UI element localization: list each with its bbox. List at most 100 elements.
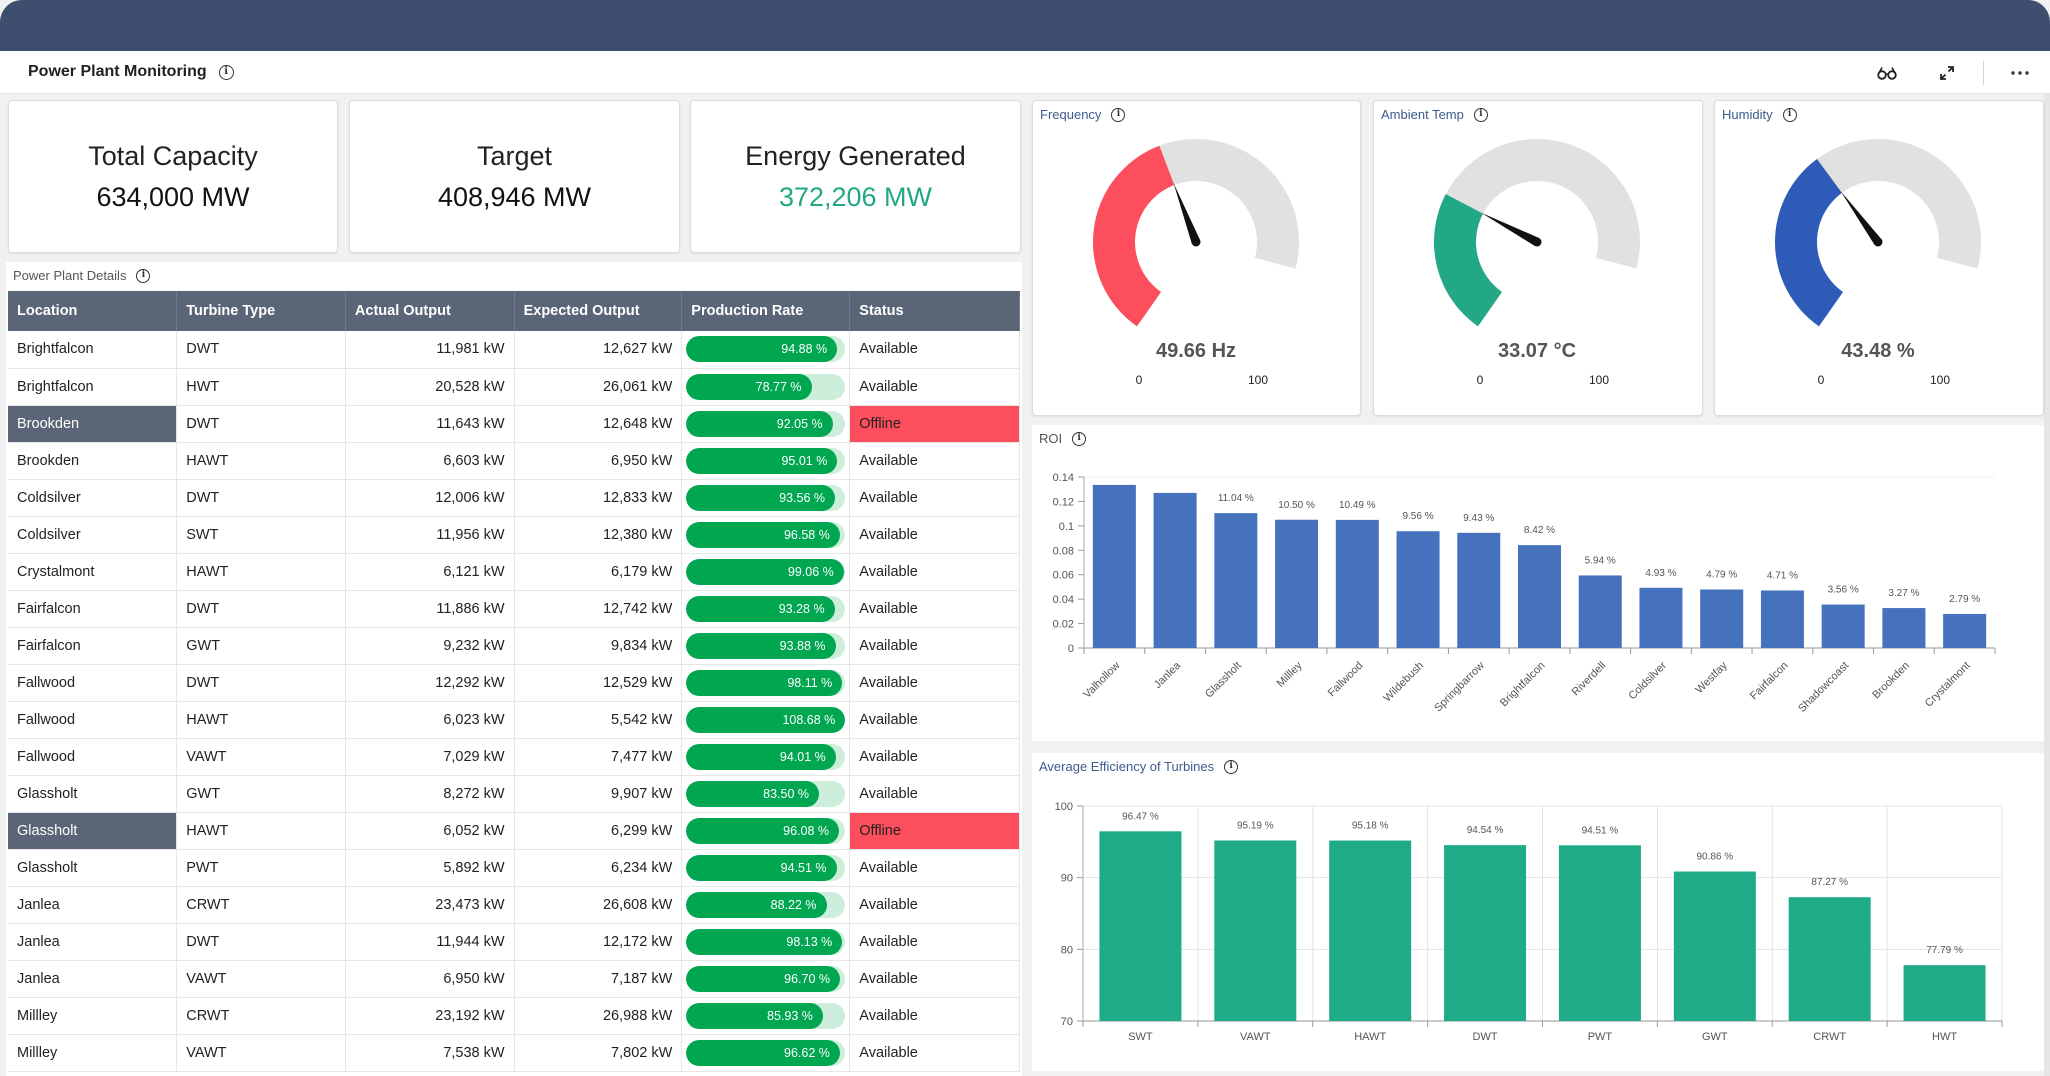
bar-riverdell[interactable] (1578, 575, 1622, 648)
cell-location: Fallwood (8, 664, 178, 702)
bar-dwt[interactable] (1444, 845, 1527, 1021)
bar-millley[interactable] (1275, 519, 1319, 648)
gauge-needle (1481, 212, 1540, 246)
x-tick-label: Janlea (1152, 659, 1184, 691)
bar-crystalmont[interactable] (1943, 613, 1987, 648)
bar-data-label: 9.56 % (1402, 511, 1433, 522)
app-header-bar (0, 0, 2050, 51)
table-row[interactable]: Fallwood DWT 12,292 kW 12,529 kW 98.11 % Avai… (8, 664, 1020, 702)
production-rate-bar: 93.88 % (686, 632, 846, 659)
cell-expected-output: 9,907 kW (514, 775, 683, 813)
cell-turbine-type: DWT (176, 923, 346, 961)
cell-actual-output: 6,121 kW (345, 553, 515, 591)
bar-data-label: 94.54 % (1467, 825, 1504, 836)
info-icon[interactable]: i (136, 268, 151, 283)
cell-actual-output: 7,538 kW (345, 1034, 515, 1072)
bar-hwt[interactable] (1903, 965, 1986, 1021)
table-row[interactable]: Fallwood VAWT 7,029 kW 7,477 kW 94.01 % Avail… (8, 738, 1020, 776)
table-row[interactable]: Glassholt HAWT 6,052 kW 6,299 kW 96.08 % Offl… (8, 812, 1020, 850)
x-tick-label: Crystalmont (1923, 660, 1973, 710)
table-row[interactable]: Brookden DWT 11,643 kW 12,648 kW 92.05 % Offl… (8, 405, 1020, 443)
cell-production-rate: 96.08 % (681, 812, 851, 850)
table-row[interactable]: Brightfalcon HWT 20,528 kW 26,061 kW 78.77 %… (8, 368, 1020, 406)
cell-actual-output: 6,603 kW (345, 442, 515, 480)
gauge-min-label: 0 (1818, 373, 1825, 387)
kpi-energy-generated: Energy Generated 372,206 MW (690, 100, 1021, 253)
y-tick-label: 0.04 (1053, 594, 1074, 606)
table-row[interactable]: Glassholt PWT 5,892 kW 6,234 kW 94.51 % Avail… (8, 849, 1020, 887)
production-rate-bar: 96.62 % (686, 1039, 846, 1066)
bar-swt[interactable] (1099, 831, 1182, 1021)
gauge-card-humidity: Humidity i 43.48 % 0 100 (1714, 100, 2044, 416)
production-rate-bar: 98.11 % (686, 669, 846, 696)
bar-wildebush[interactable] (1396, 531, 1440, 648)
cell-production-rate: 93.28 % (681, 590, 851, 628)
table-row[interactable]: Fairfalcon GWT 9,232 kW 9,834 kW 93.88 % Avai… (8, 627, 1020, 665)
production-rate-fill: 96.62 % (686, 1039, 840, 1066)
table-row[interactable]: Glassholt GWT 8,272 kW 9,907 kW 83.50 % Avail… (8, 775, 1020, 813)
production-rate-bar: 95.01 % (686, 447, 846, 474)
table-row[interactable]: Brightfalcon DWT 11,981 kW 12,627 kW 94.88 %… (8, 331, 1020, 369)
table-row[interactable]: Crystalmont HAWT 6,121 kW 6,179 kW 99.06 % Av… (8, 553, 1020, 591)
production-rate-fill: 94.88 % (686, 336, 838, 363)
bar-fairfalcon[interactable] (1760, 590, 1804, 648)
table-row[interactable]: Brookden HAWT 6,603 kW 6,950 kW 95.01 % Avail… (8, 442, 1020, 480)
cell-actual-output: 20,528 kW (345, 368, 515, 406)
x-tick-label: Shadowcoast (1796, 660, 1851, 715)
cell-location: Fallwood (8, 701, 178, 739)
column-header-production-rate[interactable]: Production Rate (681, 291, 851, 331)
expand-icon[interactable] (1917, 51, 1977, 94)
table-row[interactable]: Janlea CRWT 23,473 kW 26,608 kW 88.22 % Avail… (8, 886, 1020, 924)
bar-crwt[interactable] (1788, 897, 1871, 1021)
info-icon[interactable]: i (218, 64, 234, 80)
cell-expected-output: 12,648 kW (514, 405, 683, 443)
bar-shadowcoast[interactable] (1821, 604, 1865, 648)
glasses-icon[interactable] (1857, 51, 1917, 94)
table-row[interactable]: Fallwood HAWT 6,023 kW 5,542 kW 108.68 % Avai… (8, 701, 1020, 739)
column-header-actual-output[interactable]: Actual Output (345, 291, 515, 331)
bar-coldsilver[interactable] (1639, 587, 1683, 648)
y-tick-label: 0.14 (1053, 472, 1074, 484)
cell-turbine-type: DWT (176, 664, 346, 702)
bar-hawt[interactable] (1329, 840, 1412, 1021)
bar-brightfalcon[interactable] (1518, 545, 1561, 648)
table-row[interactable]: Coldsilver DWT 12,006 kW 12,833 kW 93.56 % Av… (8, 479, 1020, 517)
table-row[interactable]: Millley VAWT 7,538 kW 7,802 kW 96.62 % Availa… (8, 1034, 1020, 1072)
gauge-frequency: 49.66 Hz 0 100 (1093, 138, 1299, 387)
column-header-expected-output[interactable]: Expected Output (514, 291, 683, 331)
cell-actual-output: 7,029 kW (345, 738, 515, 776)
gauge-max-label: 100 (1589, 373, 1609, 387)
bar-gwt[interactable] (1673, 871, 1756, 1021)
bar-glassholt[interactable] (1214, 513, 1258, 648)
column-header-turbine-type[interactable]: Turbine Type (176, 291, 346, 331)
column-header-location[interactable]: Location (8, 291, 178, 331)
bar-data-label: 11.04 % (1218, 493, 1254, 504)
table-row[interactable]: Millley CRWT 23,192 kW 26,988 kW 85.93 % Avai… (8, 997, 1020, 1035)
production-rate-fill: 99.06 % (686, 558, 844, 585)
table-row[interactable]: Fairfalcon DWT 11,886 kW 12,742 kW 93.28 % Av… (8, 590, 1020, 628)
gauge-needle (1173, 183, 1201, 244)
gauge-card-ambient-temp: Ambient Temp i 33.07 °C 0 100 (1373, 100, 1703, 416)
column-header-status[interactable]: Status (849, 291, 1020, 331)
cell-status: Available (849, 590, 1020, 628)
gauge-needle-hub (1873, 237, 1883, 247)
production-rate-fill: 96.58 % (686, 521, 840, 548)
table-row[interactable]: Janlea VAWT 6,950 kW 7,187 kW 96.70 % Availab… (8, 960, 1020, 998)
cell-actual-output: 12,006 kW (345, 479, 515, 517)
bar-springbarrow[interactable] (1457, 532, 1501, 648)
bar-fallwood[interactable] (1335, 519, 1379, 648)
table-row[interactable]: Janlea DWT 11,944 kW 12,172 kW 98.13 % Availa… (8, 923, 1020, 961)
bar-janlea[interactable] (1153, 492, 1197, 648)
cell-production-rate: 88.22 % (681, 886, 851, 924)
cell-turbine-type: DWT (176, 331, 346, 369)
cell-turbine-type: VAWT (176, 738, 346, 776)
bar-vawt[interactable] (1214, 840, 1297, 1021)
bar-valhollow[interactable] (1092, 484, 1136, 648)
table-row[interactable]: Coldsilver SWT 11,956 kW 12,380 kW 96.58 % Av… (8, 516, 1020, 554)
bar-westfay[interactable] (1700, 589, 1744, 648)
panel-title: Power Plant Details i (13, 268, 151, 283)
bar-pwt[interactable] (1558, 845, 1641, 1021)
cell-expected-output: 6,950 kW (514, 442, 683, 480)
bar-brookden[interactable] (1882, 608, 1926, 648)
more-options-icon[interactable] (1990, 51, 2050, 94)
